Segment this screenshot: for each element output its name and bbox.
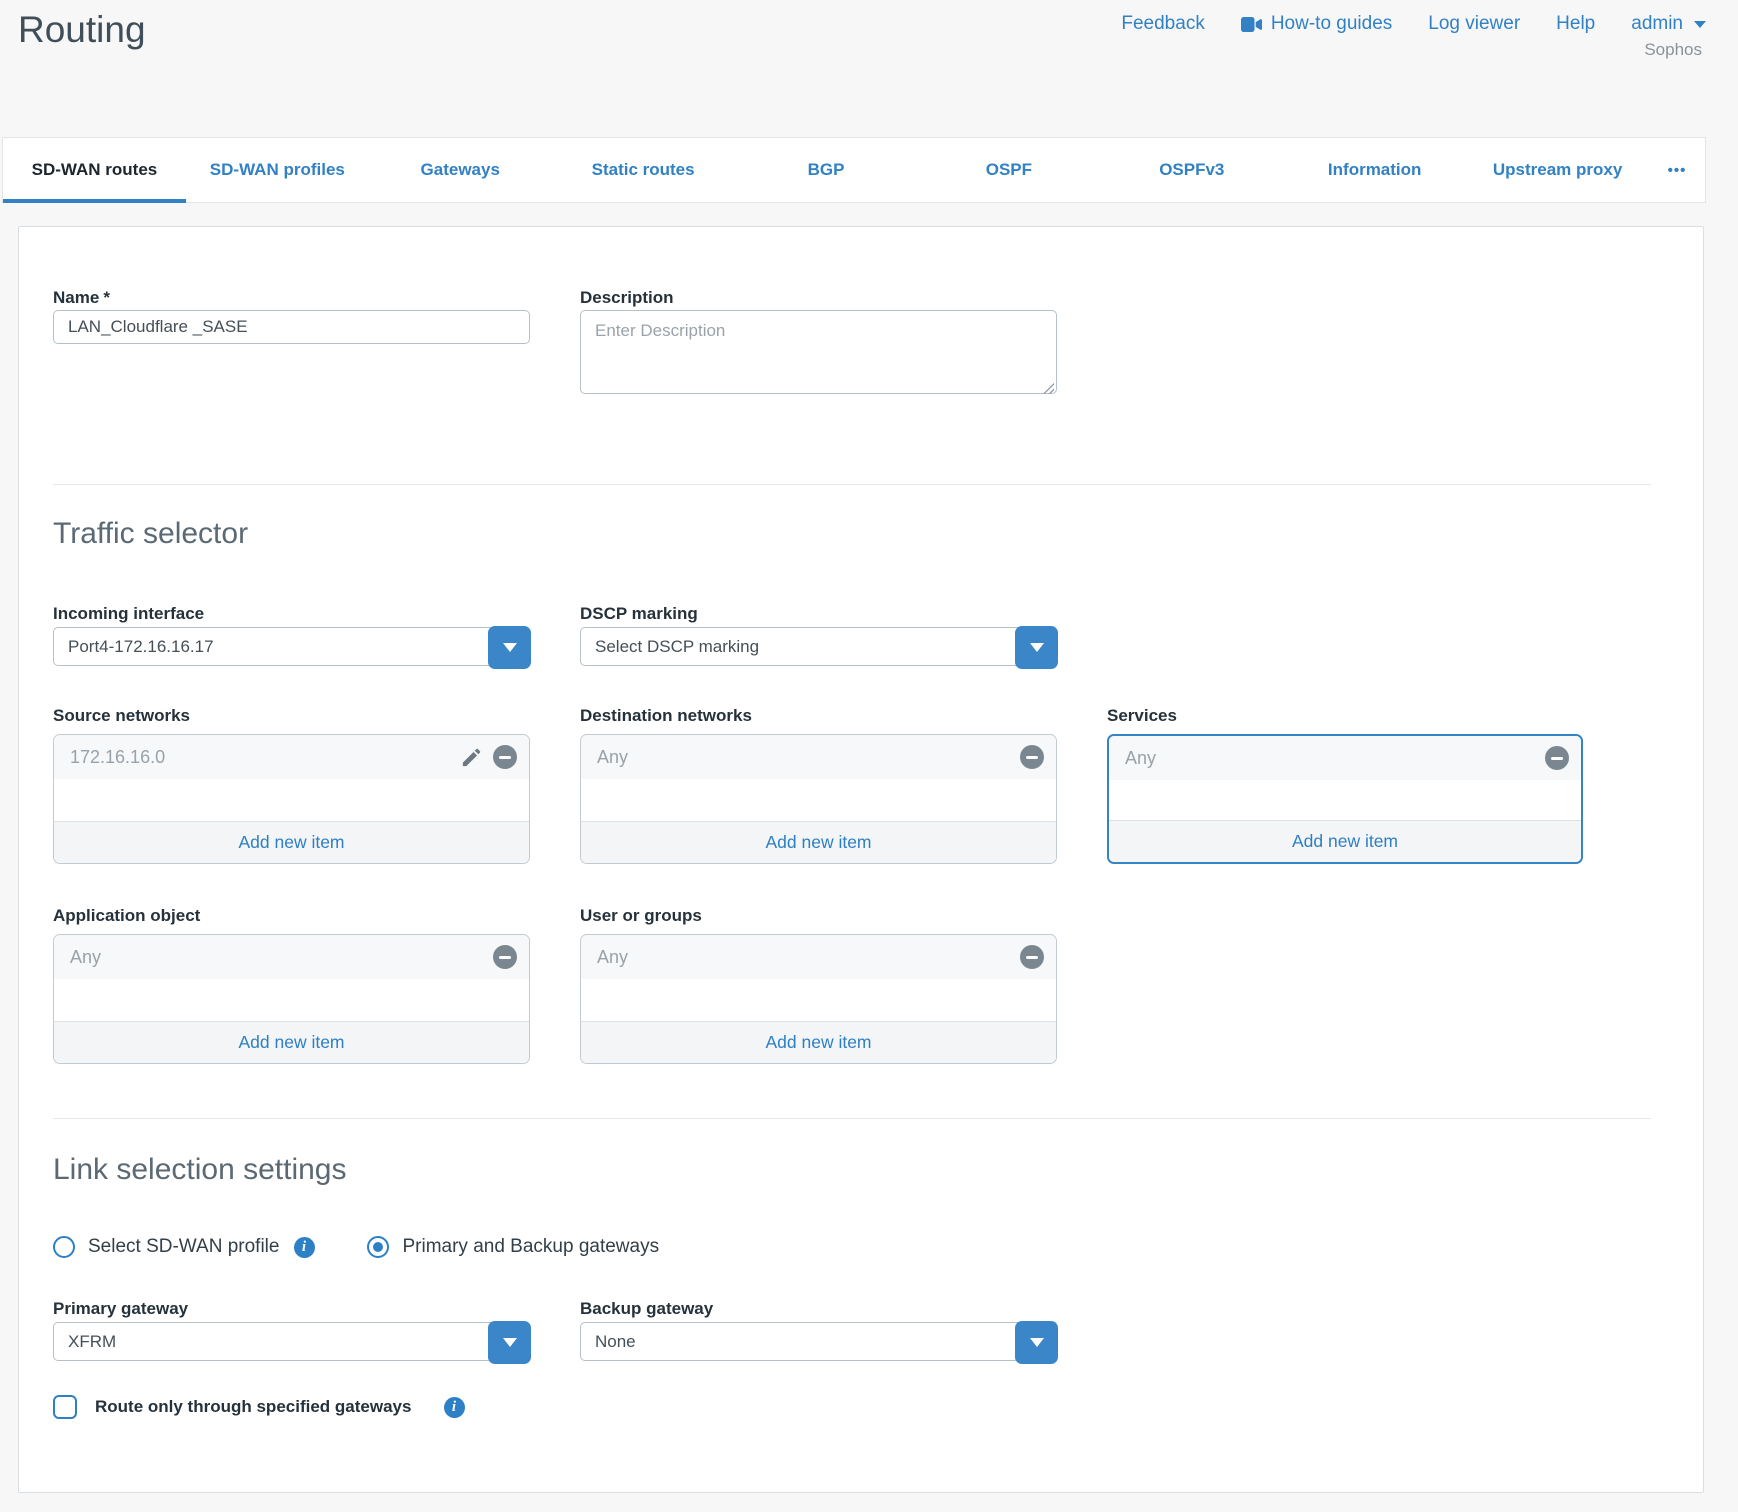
- user-or-groups-label: User or groups: [580, 906, 1057, 926]
- list-item: Any: [1109, 736, 1581, 780]
- list-item: Any: [581, 935, 1056, 979]
- info-icon[interactable]: i: [444, 1397, 465, 1418]
- listbox-empty-area: [1109, 780, 1581, 820]
- backup-gateway-label: Backup gateway: [580, 1299, 1057, 1319]
- chevron-down-icon: [503, 1338, 517, 1347]
- dscp-marking-label: DSCP marking: [580, 604, 1057, 624]
- name-input[interactable]: [53, 310, 530, 344]
- help-link[interactable]: Help: [1556, 13, 1595, 35]
- chevron-down-icon: [503, 643, 517, 652]
- chevron-down-icon: [1030, 1338, 1044, 1347]
- link-selection-options: Select SD-WAN profile i Primary and Back…: [53, 1235, 1669, 1259]
- primary-gateway-dropdown[interactable]: XFRM: [53, 1322, 530, 1361]
- info-icon[interactable]: i: [294, 1237, 315, 1258]
- link-selection-heading: Link selection settings: [53, 1152, 1669, 1188]
- chevron-down-icon: [1694, 21, 1706, 28]
- incoming-interface-label: Incoming interface: [53, 604, 530, 624]
- destination-networks-label: Destination networks: [580, 706, 1057, 726]
- description-label: Description: [580, 288, 1057, 308]
- radio-label: Primary and Backup gateways: [402, 1236, 659, 1258]
- tab-ospfv3[interactable]: OSPFv3: [1100, 138, 1283, 202]
- traffic-selector-heading: Traffic selector: [53, 516, 1669, 552]
- tab-ospf[interactable]: OSPF: [917, 138, 1100, 202]
- admin-menu[interactable]: admin: [1631, 13, 1706, 35]
- list-item: 172.16.16.0: [54, 735, 529, 779]
- brand-label: Sophos: [1644, 40, 1702, 60]
- list-item: Any: [54, 935, 529, 979]
- services-label: Services: [1107, 706, 1583, 726]
- add-new-item-button[interactable]: Add new item: [1109, 820, 1581, 862]
- tab-overflow-menu[interactable]: •••: [1649, 138, 1705, 202]
- description-textarea[interactable]: [580, 310, 1057, 394]
- routing-tabbar: SD-WAN routes SD-WAN profiles Gateways S…: [2, 137, 1706, 203]
- route-only-row: Route only through specified gateways i: [53, 1394, 1669, 1420]
- source-networks-listbox: 172.16.16.0 Add new item: [53, 734, 530, 864]
- add-new-item-button[interactable]: Add new item: [581, 1021, 1056, 1063]
- radio-select-sdwan-profile[interactable]: [53, 1236, 75, 1258]
- backup-gateway-dropdown[interactable]: None: [580, 1322, 1057, 1361]
- howto-guides-link[interactable]: How-to guides: [1241, 13, 1392, 35]
- tab-static-routes[interactable]: Static routes: [552, 138, 735, 202]
- remove-item-icon[interactable]: [1020, 945, 1044, 969]
- listbox-empty-area: [54, 979, 529, 1021]
- name-label: Name*: [53, 288, 530, 308]
- dropdown-toggle-button[interactable]: [488, 1321, 531, 1364]
- dropdown-toggle-button[interactable]: [1015, 1321, 1058, 1364]
- route-only-label: Route only through specified gateways: [95, 1397, 411, 1417]
- route-only-checkbox[interactable]: [53, 1395, 77, 1419]
- tab-upstream-proxy[interactable]: Upstream proxy: [1466, 138, 1649, 202]
- listbox-empty-area: [581, 779, 1056, 821]
- remove-item-icon[interactable]: [1545, 746, 1569, 770]
- add-new-item-button[interactable]: Add new item: [54, 1021, 529, 1063]
- log-viewer-link[interactable]: Log viewer: [1428, 13, 1520, 35]
- user-or-groups-listbox: Any Add new item: [580, 934, 1057, 1064]
- application-object-listbox: Any Add new item: [53, 934, 530, 1064]
- add-new-item-button[interactable]: Add new item: [54, 821, 529, 863]
- primary-gateway-label: Primary gateway: [53, 1299, 530, 1319]
- radio-primary-backup-gateways[interactable]: [367, 1236, 389, 1258]
- tab-gateways[interactable]: Gateways: [369, 138, 552, 202]
- sdwan-route-form-panel: Name* Description Traffic selector Incom…: [18, 226, 1704, 1493]
- dropdown-toggle-button[interactable]: [1015, 626, 1058, 669]
- tab-sdwan-routes[interactable]: SD-WAN routes: [3, 138, 186, 202]
- header-links: Feedback How-to guides Log viewer Help a…: [1121, 13, 1706, 35]
- tab-sdwan-profiles[interactable]: SD-WAN profiles: [186, 138, 369, 202]
- tab-bgp[interactable]: BGP: [735, 138, 918, 202]
- list-item: Any: [581, 735, 1056, 779]
- edit-pencil-icon[interactable]: [460, 746, 483, 769]
- feedback-link[interactable]: Feedback: [1121, 13, 1204, 35]
- listbox-empty-area: [581, 979, 1056, 1021]
- listbox-empty-area: [54, 779, 529, 821]
- destination-networks-listbox: Any Add new item: [580, 734, 1057, 864]
- page-title: Routing: [18, 9, 146, 51]
- dscp-marking-dropdown[interactable]: Select DSCP marking: [580, 627, 1057, 666]
- chevron-down-icon: [1030, 643, 1044, 652]
- incoming-interface-dropdown[interactable]: Port4-172.16.16.17: [53, 627, 530, 666]
- section-divider: [53, 1118, 1651, 1119]
- radio-label: Select SD-WAN profile: [88, 1236, 279, 1258]
- services-listbox: Any Add new item: [1107, 734, 1583, 864]
- section-divider: [53, 484, 1651, 485]
- dropdown-toggle-button[interactable]: [488, 626, 531, 669]
- remove-item-icon[interactable]: [1020, 745, 1044, 769]
- remove-item-icon[interactable]: [493, 745, 517, 769]
- application-object-label: Application object: [53, 906, 530, 926]
- source-networks-label: Source networks: [53, 706, 530, 726]
- tab-information[interactable]: Information: [1283, 138, 1466, 202]
- video-camera-icon: [1241, 17, 1262, 32]
- add-new-item-button[interactable]: Add new item: [581, 821, 1056, 863]
- required-asterisk: *: [103, 288, 110, 307]
- remove-item-icon[interactable]: [493, 945, 517, 969]
